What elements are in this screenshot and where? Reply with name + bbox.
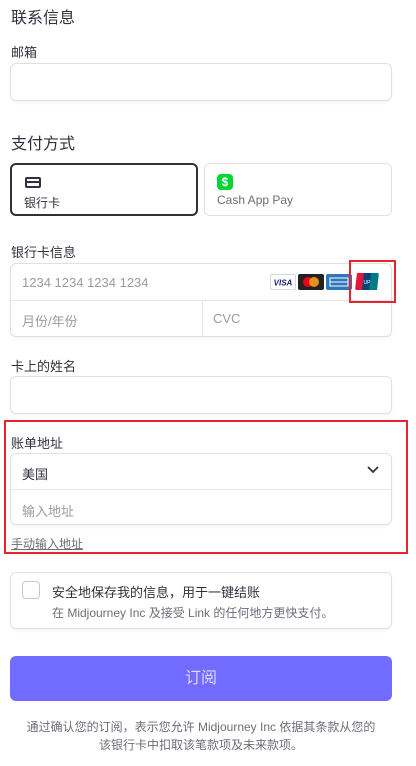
address-input[interactable]: 输入地址 — [22, 501, 74, 520]
card-divider-vertical — [202, 300, 203, 337]
card-divider — [11, 300, 391, 301]
unionpay-icon: UP — [355, 273, 379, 290]
expiry-input[interactable]: 月份/年份 — [22, 311, 192, 330]
card-method-label: 银行卡 — [24, 196, 61, 210]
billing-label: 账单地址 — [11, 436, 64, 451]
terms-line-1: 通过确认您的订阅，表示您允许 Midjourney Inc 依据其条款从您的 — [26, 720, 376, 734]
terms-line-2: 该银行卡中扣取该笔款项及未来款项。 — [98, 738, 303, 752]
manual-address-link[interactable]: 手动输入地址 — [11, 535, 83, 552]
payment-title: 支付方式 — [11, 136, 76, 153]
country-select[interactable]: 美国 — [22, 464, 48, 483]
svg-text:UP: UP — [364, 280, 372, 286]
contact-title: 联系信息 — [11, 10, 76, 27]
payment-method-cashapp[interactable]: $ Cash App Pay — [204, 163, 392, 216]
save-info-subtitle: 在 Midjourney Inc 及接受 Link 的任何地方更快支付。 — [52, 606, 334, 620]
cardholder-name-label: 卡上的姓名 — [11, 359, 77, 374]
card-number-input[interactable]: 1234 1234 1234 1234 — [22, 275, 262, 290]
email-label: 邮箱 — [11, 45, 38, 60]
chevron-down-icon[interactable] — [367, 463, 379, 482]
card-info-label: 银行卡信息 — [11, 245, 77, 260]
save-info-title: 安全地保存我的信息，用于一键结账 — [52, 585, 261, 600]
cashapp-icon: $ — [217, 174, 233, 190]
mastercard-icon — [298, 274, 324, 290]
cashapp-method-label: Cash App Pay — [217, 193, 294, 207]
payment-method-card[interactable]: 银行卡 — [10, 163, 198, 216]
cvc-input[interactable]: CVC — [213, 311, 383, 326]
save-info-checkbox[interactable] — [22, 581, 40, 599]
subscribe-button[interactable]: 订阅 — [10, 656, 392, 701]
card-icon — [25, 177, 41, 188]
visa-icon: VISA — [270, 274, 296, 290]
billing-divider — [11, 489, 391, 490]
email-field[interactable] — [10, 63, 392, 101]
cardholder-name-field[interactable] — [10, 376, 392, 414]
svg-text:VISA: VISA — [274, 279, 293, 288]
